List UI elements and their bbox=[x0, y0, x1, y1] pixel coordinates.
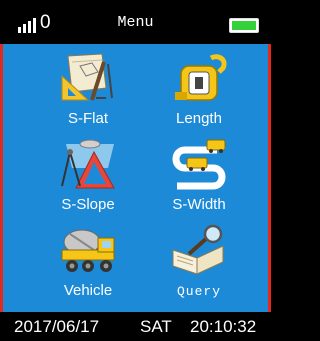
menu-item-label: Vehicle bbox=[63, 282, 113, 299]
book-search-icon bbox=[172, 224, 224, 275]
menu-item-s-flat[interactable]: S-Flat bbox=[33, 50, 143, 136]
menu-item-vehicle[interactable]: Vehicle bbox=[33, 222, 143, 308]
menu-item-query[interactable]: Query bbox=[144, 222, 254, 308]
menu-item-label: S-Width bbox=[172, 196, 226, 213]
menu-item-s-slope[interactable]: S-Slope bbox=[33, 136, 143, 222]
date-display: 2017/06/17 bbox=[14, 317, 100, 336]
menu-item-length[interactable]: Length bbox=[144, 50, 254, 136]
status-bar: 0 Menu bbox=[0, 0, 271, 44]
menu-item-label: Length bbox=[176, 110, 222, 127]
time-display: 20:10:32 bbox=[190, 317, 257, 336]
battery-full-icon bbox=[229, 18, 259, 33]
menu-item-label: S-Flat bbox=[67, 110, 108, 127]
menu-item-label: S-Slope bbox=[61, 196, 115, 213]
device-screen: 0 Menu S-Flat Length S-Slope S-Width Veh… bbox=[0, 0, 271, 341]
menu-item-s-width[interactable]: S-Width bbox=[144, 136, 254, 222]
menu-panel: S-Flat Length S-Slope S-Width Vehicle Qu… bbox=[0, 44, 271, 312]
menu-item-label: Query bbox=[176, 284, 221, 299]
status-footer: 2017/06/17 SAT 20:10:32 bbox=[0, 312, 271, 341]
road-width-icon bbox=[172, 139, 226, 190]
weekday-display: SAT bbox=[140, 317, 172, 336]
slope-triangle-icon bbox=[61, 139, 115, 189]
drafting-tools-icon bbox=[61, 53, 113, 101]
cement-truck-icon bbox=[61, 229, 115, 272]
tape-measure-icon bbox=[175, 54, 227, 101]
